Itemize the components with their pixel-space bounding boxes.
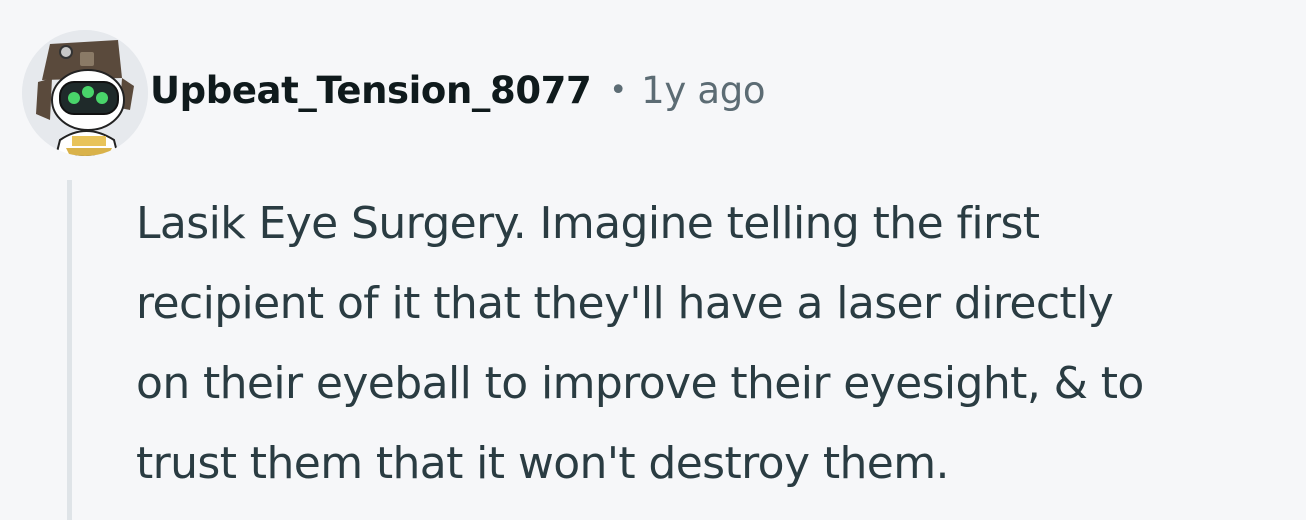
author-username[interactable]: Upbeat_Tension_8077	[150, 69, 592, 112]
comment-header: Upbeat_Tension_8077 • 1y ago	[22, 30, 766, 156]
meta-separator: •	[609, 72, 628, 108]
avatar[interactable]	[22, 30, 148, 156]
robot-snoo-avatar-icon	[22, 30, 148, 156]
timestamp[interactable]: 1y ago	[641, 69, 766, 112]
comment-body: Lasik Eye Surgery. Imagine telling the f…	[136, 184, 1304, 504]
comment-body-line: recipient of it that they'll have a lase…	[136, 278, 1114, 329]
comment: Upbeat_Tension_8077 • 1y ago Lasik Eye S…	[0, 0, 1306, 520]
comment-meta: Upbeat_Tension_8077 • 1y ago	[150, 69, 766, 112]
comment-body-line: on their eyeball to improve their eyesig…	[136, 358, 1144, 409]
comment-body-line: Lasik Eye Surgery. Imagine telling the f…	[136, 198, 1040, 249]
comment-body-line: trust them that it won't destroy them.	[136, 438, 949, 489]
thread-line[interactable]	[67, 180, 72, 520]
